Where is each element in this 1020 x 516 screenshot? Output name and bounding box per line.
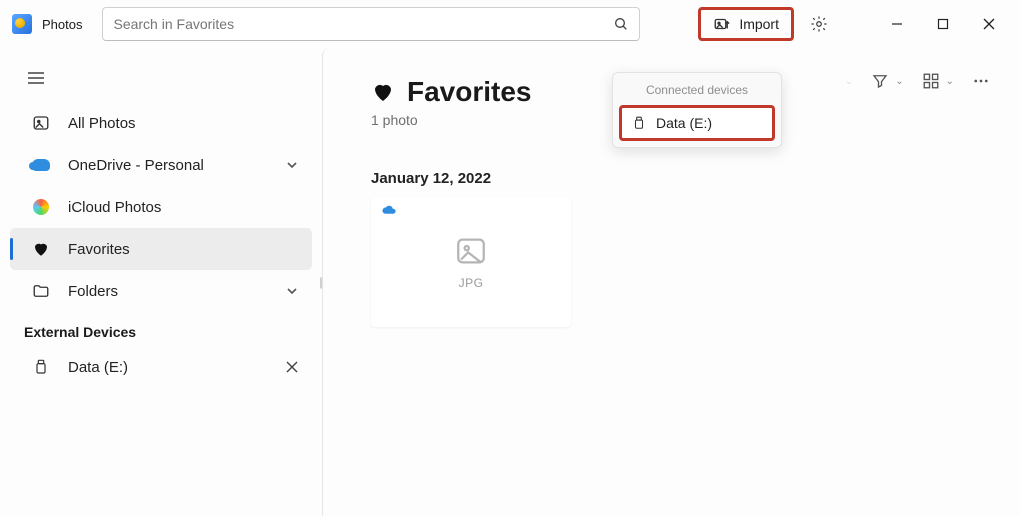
picture-icon <box>30 114 52 132</box>
folder-icon <box>30 282 52 300</box>
dropdown-item-data-e[interactable]: Data (E:) <box>619 105 775 141</box>
search-icon[interactable] <box>613 16 629 32</box>
sidebar-item-label: iCloud Photos <box>68 199 298 216</box>
search-input[interactable] <box>113 16 613 32</box>
cloud-sync-icon <box>381 205 397 215</box>
dropdown-header: Connected devices <box>619 83 775 105</box>
onedrive-icon <box>30 159 52 171</box>
photo-thumbnail[interactable]: JPG <box>371 197 571 327</box>
sidebar-item-folders[interactable]: Folders <box>10 270 312 312</box>
search-input-container[interactable] <box>102 7 640 41</box>
close-button[interactable] <box>966 4 1012 44</box>
usb-drive-icon <box>30 358 52 376</box>
sidebar-item-onedrive[interactable]: OneDrive - Personal <box>10 144 312 186</box>
image-placeholder-icon <box>454 234 488 268</box>
sidebar-item-icloud[interactable]: iCloud Photos <box>10 186 312 228</box>
thumbnail-extension: JPG <box>459 276 484 290</box>
toolbar-hidden-dropdown[interactable]: ⌄ <box>845 76 853 87</box>
sidebar-item-label: Favorites <box>68 241 298 258</box>
heart-icon <box>371 80 395 104</box>
icloud-icon <box>30 199 52 215</box>
hamburger-button[interactable] <box>16 60 56 96</box>
content-pane: || Connected devices Data (E:) ⌄ ⌄ ⌄ <box>322 48 1020 516</box>
sidebar-item-favorites[interactable]: Favorites <box>10 228 312 270</box>
maximize-button[interactable] <box>920 4 966 44</box>
sidebar-item-data-e[interactable]: Data (E:) <box>10 346 312 388</box>
sidebar-item-label: Folders <box>68 283 286 300</box>
settings-button[interactable] <box>802 7 836 41</box>
app-title: Photos <box>42 17 82 32</box>
sidebar-item-label: All Photos <box>68 115 298 132</box>
layout-button[interactable]: ⌄ <box>922 72 954 90</box>
sidebar: All Photos OneDrive - Personal iCloud Ph… <box>0 48 322 516</box>
chevron-down-icon <box>286 285 298 297</box>
import-button[interactable]: Import <box>698 7 794 41</box>
sidebar-item-label: OneDrive - Personal <box>68 157 286 174</box>
filter-button[interactable]: ⌄ <box>871 72 903 90</box>
sidebar-item-label: Data (E:) <box>68 359 286 376</box>
page-title: Favorites <box>407 76 532 108</box>
import-label: Import <box>739 16 779 32</box>
heart-icon <box>30 240 52 258</box>
dropdown-item-label: Data (E:) <box>656 115 712 131</box>
chevron-down-icon <box>286 159 298 171</box>
sidebar-item-all-photos[interactable]: All Photos <box>10 102 312 144</box>
date-group-header: January 12, 2022 <box>371 170 984 187</box>
splitter-handle[interactable]: || <box>319 275 321 289</box>
import-dropdown: Connected devices Data (E:) <box>612 72 782 148</box>
import-icon <box>713 15 731 33</box>
app-logo-icon <box>12 14 32 34</box>
usb-drive-icon <box>632 115 646 131</box>
more-button[interactable] <box>972 72 990 90</box>
sidebar-section-external: External Devices <box>6 312 316 346</box>
minimize-button[interactable] <box>874 4 920 44</box>
eject-device-button[interactable] <box>286 361 298 373</box>
